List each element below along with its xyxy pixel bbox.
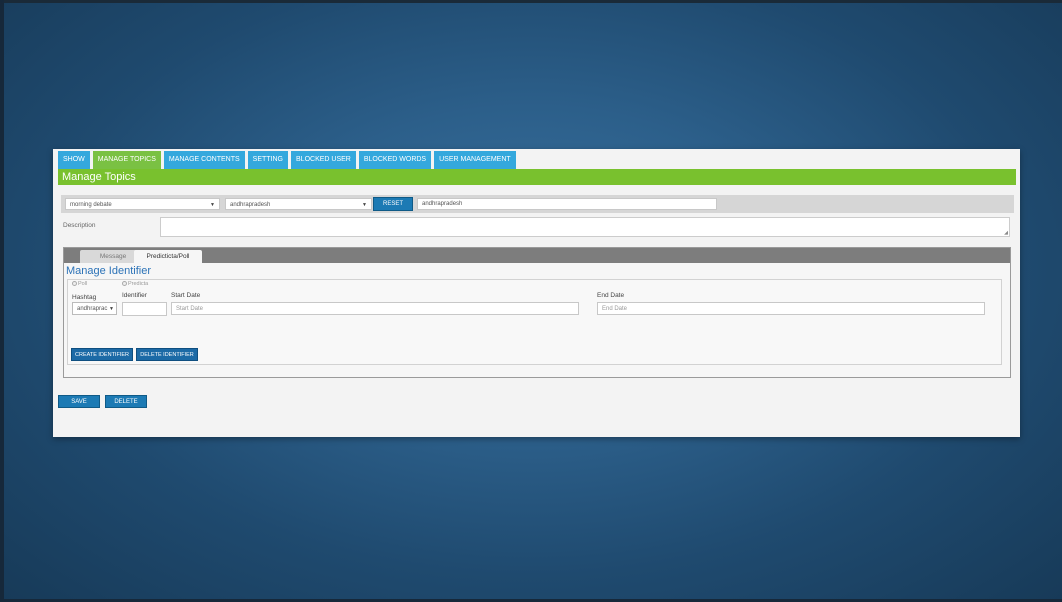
end-date-input[interactable]: End Date bbox=[597, 302, 985, 315]
delete-identifier-button[interactable]: DELETE IDENTIFIER bbox=[136, 348, 198, 361]
reset-button[interactable]: RESET bbox=[373, 197, 413, 211]
chevron-down-icon: ▼ bbox=[109, 306, 114, 312]
radio-predicta-label: Predicta bbox=[128, 281, 149, 287]
identifier-panel: Message Predicticta/Poll Manage Identifi… bbox=[63, 247, 1011, 378]
delete-button[interactable]: DELETE bbox=[105, 395, 147, 408]
save-button[interactable]: SAVE bbox=[58, 395, 100, 408]
chevron-down-icon: ▼ bbox=[210, 202, 215, 208]
section-title: Manage Topics bbox=[58, 169, 1016, 185]
tab-show[interactable]: SHOW bbox=[58, 151, 90, 169]
radio-poll[interactable]: Poll bbox=[72, 281, 87, 287]
topic-select[interactable]: morning debate ▼ bbox=[65, 198, 220, 210]
start-date-input[interactable]: Start Date bbox=[171, 302, 579, 315]
radio-poll-label: Poll bbox=[78, 281, 88, 287]
region-select[interactable]: andhrapradesh ▼ bbox=[225, 198, 372, 210]
hashtag-select-value: andhraprac bbox=[77, 306, 108, 312]
create-identifier-button[interactable]: CREATE IDENTIFIER bbox=[71, 348, 133, 361]
main-tabs: SHOW MANAGE TOPICS MANAGE CONTENTS SETTI… bbox=[58, 151, 516, 169]
hashtag-label: Hashtag bbox=[72, 294, 97, 301]
identifier-input[interactable] bbox=[122, 302, 167, 316]
identifier-form: Poll Predicta Hashtag Identifier Start D… bbox=[67, 279, 1002, 365]
tab-blocked-words[interactable]: BLOCKED WORDS bbox=[358, 151, 432, 169]
resize-grip-icon[interactable]: ◢ bbox=[1004, 230, 1008, 236]
identifier-label: Identifier bbox=[122, 292, 147, 299]
end-date-label: End Date bbox=[597, 292, 625, 299]
radio-circle-icon bbox=[72, 281, 77, 287]
description-textarea[interactable]: ◢ bbox=[160, 217, 1010, 237]
tab-manage-contents[interactable]: MANAGE CONTENTS bbox=[163, 151, 245, 169]
radio-predicta[interactable]: Predicta bbox=[122, 281, 148, 287]
region-select-value: andhrapradesh bbox=[230, 202, 271, 208]
chevron-down-icon: ▼ bbox=[362, 202, 367, 208]
hashtag-select[interactable]: andhraprac ▼ bbox=[72, 302, 117, 315]
tab-setting[interactable]: SETTING bbox=[247, 151, 289, 169]
manage-identifier-title: Manage Identifier bbox=[66, 265, 151, 277]
tab-manage-topics[interactable]: MANAGE TOPICS bbox=[92, 151, 161, 169]
window-left-edge bbox=[0, 0, 4, 602]
filter-bar: morning debate ▼ andhrapradesh ▼ RESET a… bbox=[61, 195, 1014, 213]
admin-panel: SHOW MANAGE TOPICS MANAGE CONTENTS SETTI… bbox=[53, 149, 1020, 437]
topic-text-input[interactable]: andhrapradesh bbox=[417, 198, 717, 210]
description-label: Description bbox=[63, 222, 96, 229]
inner-tab-bar: Message Predicticta/Poll bbox=[64, 248, 1010, 263]
tab-predicta-poll[interactable]: Predicticta/Poll bbox=[134, 250, 202, 263]
radio-circle-icon bbox=[122, 281, 127, 287]
topic-select-value: morning debate bbox=[70, 202, 112, 208]
tab-blocked-user[interactable]: BLOCKED USER bbox=[291, 151, 356, 169]
window-top-edge bbox=[0, 0, 1062, 3]
tab-user-management[interactable]: USER MANAGEMENT bbox=[434, 151, 516, 169]
start-date-label: Start Date bbox=[171, 292, 201, 299]
